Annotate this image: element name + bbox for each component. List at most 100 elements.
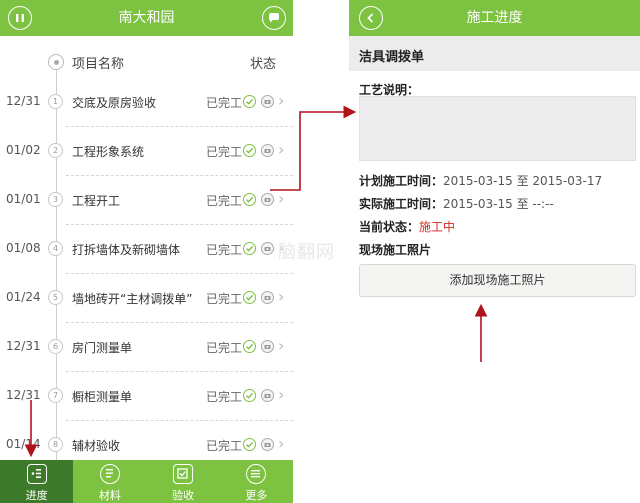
task-date: 12/31 [6, 388, 41, 402]
task-name: 橱柜测量单 [72, 390, 133, 404]
task-status: 已完工 [206, 145, 243, 159]
task-name: 打拆墙体及新砌墙体 [72, 243, 181, 257]
tab-label: 验收 [172, 489, 195, 502]
task-status: 已完工 [206, 341, 243, 355]
tab-label: 更多 [245, 489, 268, 502]
site-photos-label: 现场施工照片 [359, 243, 432, 257]
step-number-badge: 3 [48, 192, 63, 207]
sheet-title: 洁具调拨单 [359, 50, 425, 65]
task-name: 房门测量单 [72, 341, 133, 355]
step-number-badge: 8 [48, 437, 63, 452]
task-date: 01/01 [6, 192, 41, 206]
check-circle-icon [243, 291, 256, 304]
camera-icon[interactable] [261, 242, 274, 255]
planned-time-label: 计划施工时间： [359, 174, 444, 188]
tab-progress[interactable]: 进度 [0, 460, 74, 503]
current-state-label: 当前状态： [359, 220, 420, 234]
camera-icon[interactable] [261, 340, 274, 353]
tab-label: 进度 [25, 489, 48, 502]
task-date: 01/14 [6, 437, 41, 451]
left-top-bar: 南大和园 [0, 0, 293, 36]
task-status: 已完工 [206, 243, 243, 257]
task-date: 12/31 [6, 94, 41, 108]
tab-more[interactable]: 更多 [220, 460, 293, 503]
chevron-right-icon: › [278, 91, 285, 110]
chevron-right-icon: › [278, 287, 285, 306]
progress-list-screen: 南大和园 项目名称 状态 12/31 1 交底及原房验收 已完工 › 01/02 2 工程形象… [0, 0, 293, 503]
task-name: 交底及原房验收 [72, 96, 157, 110]
task-row[interactable]: 01/24 5 墙地砖开“主材调拨单” 已完工 › [0, 274, 293, 323]
task-row[interactable]: 01/08 4 打拆墙体及新砌墙体 已完工 › [0, 225, 293, 274]
chevron-right-icon: › [278, 336, 285, 355]
task-row[interactable]: 01/02 2 工程形象系统 已完工 › [0, 127, 293, 176]
step-number-badge: 7 [48, 388, 63, 403]
camera-icon[interactable] [261, 144, 274, 157]
task-name: 辅材验收 [72, 439, 121, 453]
actual-time-row: 实际施工时间：2015-03-15 至 --:-- [359, 195, 554, 212]
task-row[interactable]: 12/31 7 橱柜测量单 已完工 › [0, 372, 293, 421]
check-circle-icon [243, 242, 256, 255]
planned-time-value: 2015-03-15 至 2015-03-17 [443, 174, 603, 188]
task-status: 已完工 [206, 96, 243, 110]
step-number-badge: 2 [48, 143, 63, 158]
chevron-right-icon: › [278, 385, 285, 404]
detail-title: 施工进度 [466, 10, 523, 26]
progress-icon [26, 464, 47, 484]
task-row[interactable]: 12/31 1 交底及原房验收 已完工 › [0, 78, 293, 127]
task-date: 01/24 [6, 290, 41, 304]
check-circle-icon [243, 95, 256, 108]
task-row[interactable]: 01/01 3 工程开工 已完工 › [0, 176, 293, 225]
current-state-row: 当前状态：施工中 [359, 218, 455, 235]
check-circle-icon [243, 438, 256, 451]
planned-time-row: 计划施工时间：2015-03-15 至 2015-03-17 [359, 172, 602, 189]
check-circle-icon [243, 193, 256, 206]
list-header: 项目名称 状态 [0, 44, 293, 80]
task-date: 12/31 [6, 339, 41, 353]
current-state-value: 施工中 [419, 220, 456, 234]
header-status: 状态 [250, 57, 277, 72]
step-number-badge: 6 [48, 339, 63, 354]
actual-time-label: 实际施工时间： [359, 197, 444, 211]
task-status: 已完工 [206, 439, 243, 453]
header-project-name: 项目名称 [72, 57, 125, 72]
right-top-bar: 施工进度 [349, 0, 640, 36]
check-circle-icon [243, 144, 256, 157]
camera-icon[interactable] [261, 389, 274, 402]
task-date: 01/08 [6, 241, 41, 255]
watermark: 脑翻网 [278, 242, 335, 263]
add-site-photo-button[interactable]: 添加现场施工照片 [359, 264, 636, 297]
task-name: 工程开工 [72, 194, 121, 208]
chat-icon [269, 13, 279, 23]
check-circle-icon [243, 340, 256, 353]
sheet-header: 洁具调拨单 [349, 36, 640, 71]
step-number-badge: 1 [48, 94, 63, 109]
inspection-icon [173, 464, 194, 484]
bottom-tab-bar: 进度 材料 验收 更多 [0, 460, 293, 503]
camera-icon[interactable] [261, 193, 274, 206]
chevron-right-icon: › [278, 140, 285, 159]
task-status: 已完工 [206, 292, 243, 306]
check-circle-icon [243, 389, 256, 402]
process-description-box [359, 96, 636, 161]
tab-material[interactable]: 材料 [73, 460, 146, 503]
tab-label: 材料 [98, 489, 121, 502]
task-date: 01/02 [6, 143, 41, 157]
step-number-badge: 4 [48, 241, 63, 256]
chat-button[interactable] [262, 6, 286, 30]
task-name: 墙地砖开“主材调拨单” [72, 292, 193, 306]
step-number-badge: 5 [48, 290, 63, 305]
material-icon [99, 464, 120, 484]
timeline-pin-icon [48, 54, 64, 70]
task-status: 已完工 [206, 194, 243, 208]
camera-icon[interactable] [261, 438, 274, 451]
camera-icon[interactable] [261, 291, 274, 304]
chevron-right-icon: › [278, 189, 285, 208]
task-row[interactable]: 12/31 6 房门测量单 已完工 › [0, 323, 293, 372]
task-status: 已完工 [206, 390, 243, 404]
project-title: 南大和园 [118, 10, 175, 26]
more-icon [246, 464, 267, 484]
camera-icon[interactable] [261, 95, 274, 108]
tab-inspection[interactable]: 验收 [147, 460, 220, 503]
screenshot-root: 南大和园 项目名称 状态 12/31 1 交底及原房验收 已完工 › 01/02 2 工程形象… [0, 0, 640, 503]
actual-time-value: 2015-03-15 至 --:-- [443, 197, 554, 211]
